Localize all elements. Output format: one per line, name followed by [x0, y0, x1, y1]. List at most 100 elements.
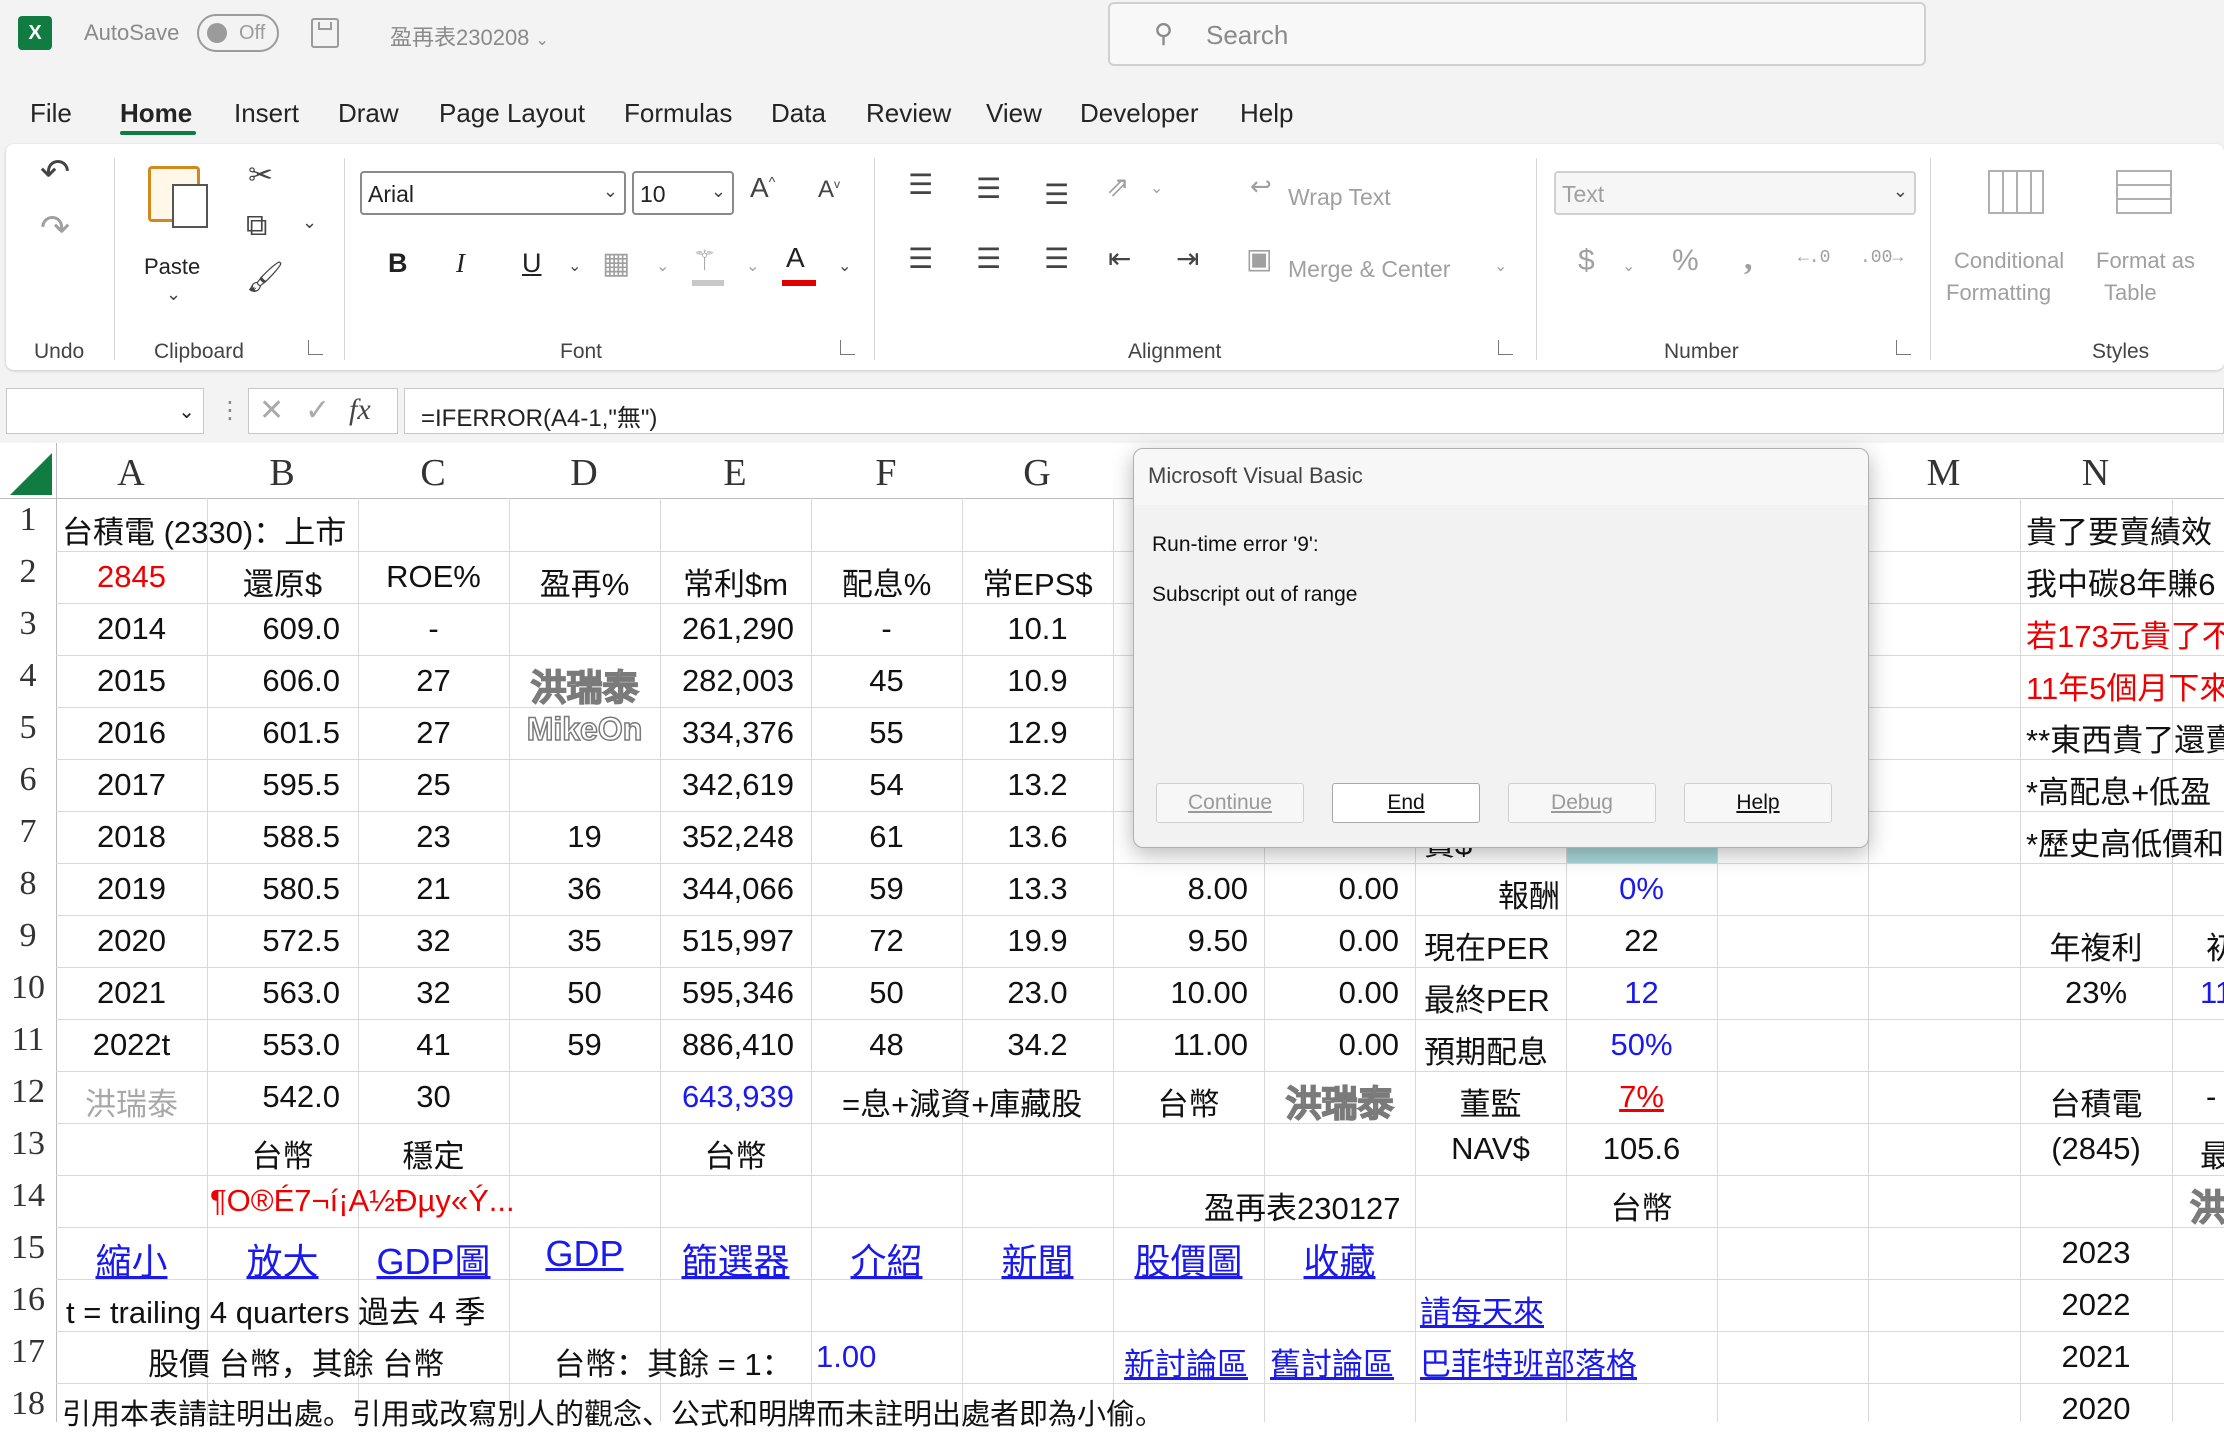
row-header-9[interactable]: 9 — [0, 917, 56, 955]
format-as-table-label-1[interactable]: Format as — [2096, 248, 2195, 274]
cell-b9[interactable]: 572.5 — [207, 923, 340, 959]
decrease-indent-icon[interactable]: ⇤ — [1108, 242, 1131, 275]
cell-g3[interactable]: 10.1 — [962, 611, 1113, 647]
cell-f8[interactable]: 59 — [811, 871, 962, 907]
cell-a18[interactable]: 引用本表請註明出處。引用或改寫別人的觀念、公式和明牌而未註明出處者即為小偷。 — [62, 1391, 1164, 1433]
cell-f2[interactable]: 配息% — [811, 559, 962, 604]
link-zoom-out[interactable]: 縮小 — [56, 1233, 207, 1285]
help-button[interactable]: Help — [1684, 783, 1832, 823]
cell-e7[interactable]: 352,248 — [660, 819, 794, 855]
search-box[interactable]: ⚲ Search — [1108, 2, 1926, 66]
cell-a16[interactable]: t = trailing 4 quarters 過去 4 季 — [66, 1287, 486, 1332]
wrap-text-button[interactable]: Wrap Text — [1288, 184, 1391, 211]
cell-n2[interactable]: 我中碳8年賺6 — [2026, 559, 2215, 604]
row-header-17[interactable]: 17 — [0, 1333, 56, 1371]
increase-decimal-icon[interactable]: ←.0 — [1798, 248, 1830, 268]
conditional-formatting-icon[interactable] — [1988, 170, 2044, 214]
cell-g2[interactable]: 常EPS$ — [962, 559, 1113, 604]
decrease-font-icon[interactable]: Av — [818, 176, 840, 204]
row-header-4[interactable]: 4 — [0, 657, 56, 695]
cell-c12[interactable]: 30 — [358, 1079, 509, 1115]
worksheet-grid[interactable]: A B C D E F G M N 1 2 3 4 5 6 7 8 9 10 1… — [0, 443, 2224, 1431]
merge-chevron-icon[interactable]: ⌄ — [1494, 256, 1507, 275]
cell-h12[interactable]: 台幣 — [1113, 1079, 1264, 1124]
cell-h11[interactable]: 11.00 — [1113, 1027, 1248, 1063]
cell-h8[interactable]: 8.00 — [1113, 871, 1248, 907]
align-center-icon[interactable]: ☰ — [976, 242, 1001, 275]
orientation-icon[interactable]: ⇗ — [1106, 170, 1129, 203]
cell-e5[interactable]: 334,376 — [660, 715, 794, 751]
cell-b6[interactable]: 595.5 — [207, 767, 340, 803]
cell-b3[interactable]: 609.0 — [207, 611, 340, 647]
cell-b7[interactable]: 588.5 — [207, 819, 340, 855]
cell-e4[interactable]: 282,003 — [660, 663, 794, 699]
tab-insert[interactable]: Insert — [234, 98, 299, 129]
decrease-decimal-icon[interactable]: .00→ — [1860, 248, 1903, 268]
link-zoom-in[interactable]: 放大 — [207, 1233, 358, 1285]
cell-j12[interactable]: 董監 — [1415, 1079, 1566, 1124]
comma-style-icon[interactable]: , — [1744, 240, 1753, 278]
tab-file[interactable]: File — [30, 98, 72, 129]
cell-k9[interactable]: 22 — [1566, 923, 1717, 959]
cell-g8[interactable]: 13.3 — [962, 871, 1113, 907]
tab-view[interactable]: View — [986, 98, 1042, 129]
redo-icon[interactable]: ↷ — [40, 208, 70, 249]
format-painter-icon[interactable]: 🖌 — [246, 260, 284, 295]
row-header-13[interactable]: 13 — [0, 1125, 56, 1163]
link-new-forum[interactable]: 新討論區 — [1124, 1339, 1248, 1384]
cell-f5[interactable]: 55 — [811, 715, 962, 751]
cell-d11[interactable]: 59 — [509, 1027, 660, 1063]
cell-g5[interactable]: 12.9 — [962, 715, 1113, 751]
currency-button[interactable]: $ — [1578, 244, 1595, 278]
underline-button[interactable]: U — [522, 248, 542, 279]
cell-b17[interactable]: 股價 台幣，其餘 台幣 — [148, 1339, 444, 1384]
cell-f7[interactable]: 61 — [811, 819, 962, 855]
link-gdp[interactable]: GDP — [509, 1233, 660, 1275]
row-header-2[interactable]: 2 — [0, 553, 56, 591]
cell-g4[interactable]: 10.9 — [962, 663, 1113, 699]
cell-c7[interactable]: 23 — [358, 819, 509, 855]
cell-f17[interactable]: 1.00 — [816, 1339, 876, 1375]
cell-i10[interactable]: 0.00 — [1264, 975, 1399, 1011]
cell-g6[interactable]: 13.2 — [962, 767, 1113, 803]
cell-d2[interactable]: 盈再% — [509, 559, 660, 604]
cell-c13[interactable]: 穩定 — [358, 1131, 509, 1176]
cell-h10[interactable]: 10.00 — [1113, 975, 1248, 1011]
column-header-b[interactable]: B — [207, 443, 357, 498]
borders-icon[interactable]: ▦ — [602, 246, 630, 281]
cell-a9[interactable]: 2020 — [56, 923, 207, 959]
cell-c3[interactable]: - — [358, 611, 509, 647]
conditional-formatting-label-1[interactable]: Conditional — [1954, 248, 2064, 274]
cell-n6[interactable]: *高配息+低盈 — [2026, 767, 2211, 812]
cell-k8[interactable]: 0% — [1566, 871, 1717, 907]
cell-n10[interactable]: 23% — [2020, 975, 2172, 1011]
column-header-c[interactable]: C — [358, 443, 508, 498]
cell-b10[interactable]: 563.0 — [207, 975, 340, 1011]
column-header-n[interactable]: N — [2020, 443, 2171, 498]
link-intro[interactable]: 介紹 — [811, 1233, 962, 1285]
formula-input[interactable]: =IFERROR(A4-1,"無") — [404, 388, 2224, 434]
cell-k11[interactable]: 50% — [1566, 1027, 1717, 1063]
continue-button[interactable]: Continue — [1156, 783, 1304, 823]
cell-e10[interactable]: 595,346 — [660, 975, 794, 1011]
italic-button[interactable]: I — [456, 248, 465, 279]
cell-e17[interactable]: 台幣：其餘 = 1： — [554, 1339, 793, 1384]
cell-n16[interactable]: 2022 — [2020, 1287, 2172, 1323]
cell-b14[interactable]: ¶O®É7¬í¡A½Ðµy«Ý... — [210, 1183, 515, 1219]
enter-icon[interactable]: ✓ — [305, 393, 330, 428]
cell-n4[interactable]: 11年5個月下來 — [2026, 663, 2224, 708]
tab-help[interactable]: Help — [1240, 98, 1293, 129]
fill-chevron-icon[interactable]: ⌄ — [746, 256, 759, 275]
cell-k12[interactable]: 7% — [1566, 1079, 1717, 1115]
column-header-e[interactable]: E — [660, 443, 810, 498]
cell-c4[interactable]: 27 — [358, 663, 509, 699]
merge-center-icon[interactable]: ▣ — [1246, 242, 1272, 275]
cell-c6[interactable]: 25 — [358, 767, 509, 803]
cell-a6[interactable]: 2017 — [56, 767, 207, 803]
cell-n7[interactable]: *歷史高低價和 — [2026, 819, 2224, 864]
cell-h9[interactable]: 9.50 — [1113, 923, 1248, 959]
row-header-16[interactable]: 16 — [0, 1281, 56, 1319]
cell-c10[interactable]: 32 — [358, 975, 509, 1011]
cell-j11[interactable]: 預期配息 — [1424, 1027, 1548, 1072]
cell-e11[interactable]: 886,410 — [660, 1027, 794, 1063]
